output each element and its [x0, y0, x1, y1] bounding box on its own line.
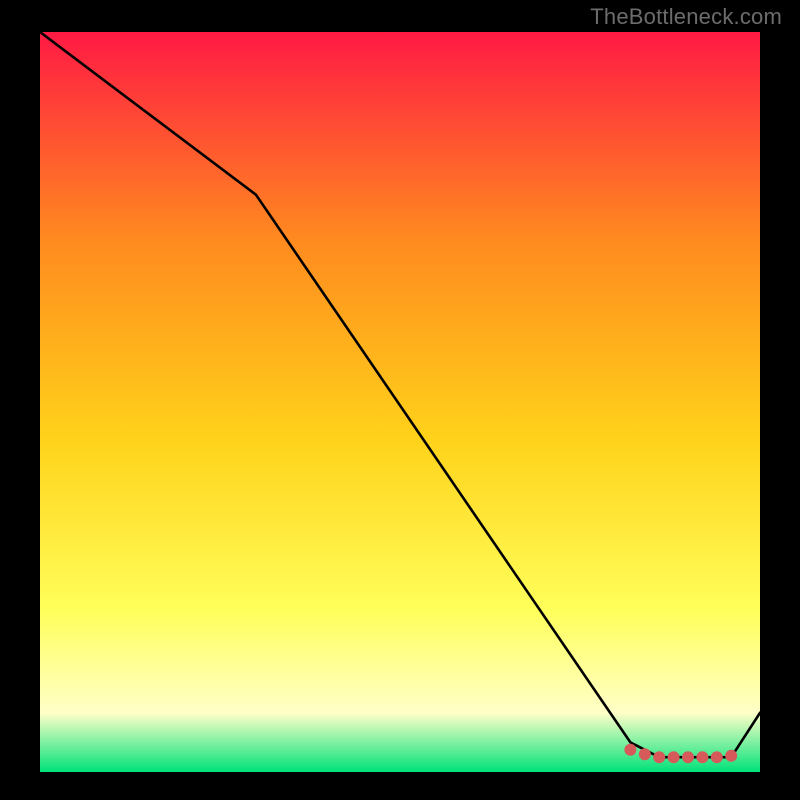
- marker-dot: [725, 750, 737, 762]
- plot-area: [40, 32, 760, 772]
- chart-frame: TheBottleneck.com: [0, 0, 800, 800]
- marker-dot: [696, 751, 708, 763]
- marker-dot: [653, 751, 665, 763]
- marker-dot: [624, 744, 636, 756]
- marker-dot: [639, 748, 651, 760]
- watermark-text: TheBottleneck.com: [590, 4, 782, 30]
- chart-svg: [40, 32, 760, 772]
- gradient-background: [40, 32, 760, 772]
- marker-dot: [711, 751, 723, 763]
- marker-dot: [668, 751, 680, 763]
- marker-dot: [682, 751, 694, 763]
